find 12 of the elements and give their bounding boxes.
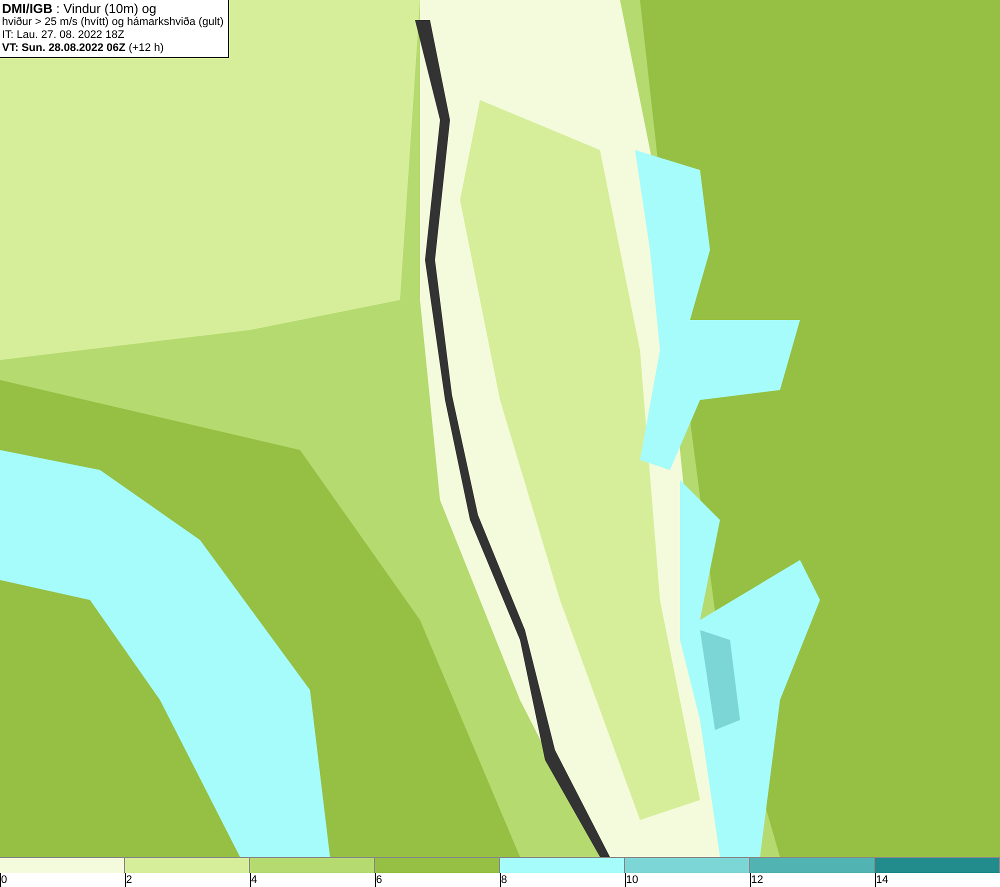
scale-label: 8 [500, 873, 625, 887]
scale-label: 4 [250, 873, 375, 887]
scale-label: 10 [625, 873, 750, 887]
info-text: IT: Lau. 27. 08. 2022 18Z [2, 29, 126, 42]
info-text: DMI/IGB : Vindur (10m) og [2, 1, 158, 16]
scale-label: 2 [125, 873, 250, 887]
scale-label: 14 [875, 873, 1000, 887]
scale-label: 0 [1, 873, 8, 887]
info-text: VT: Sun. 28.08.2022 06Z (+12 h) [2, 42, 165, 55]
scale-label: 12 [750, 873, 875, 887]
info-text: hviður > 25 m/s (hvítt) og hámarkshviða (gult) [2, 16, 224, 29]
scale-label: 6 [375, 873, 500, 887]
